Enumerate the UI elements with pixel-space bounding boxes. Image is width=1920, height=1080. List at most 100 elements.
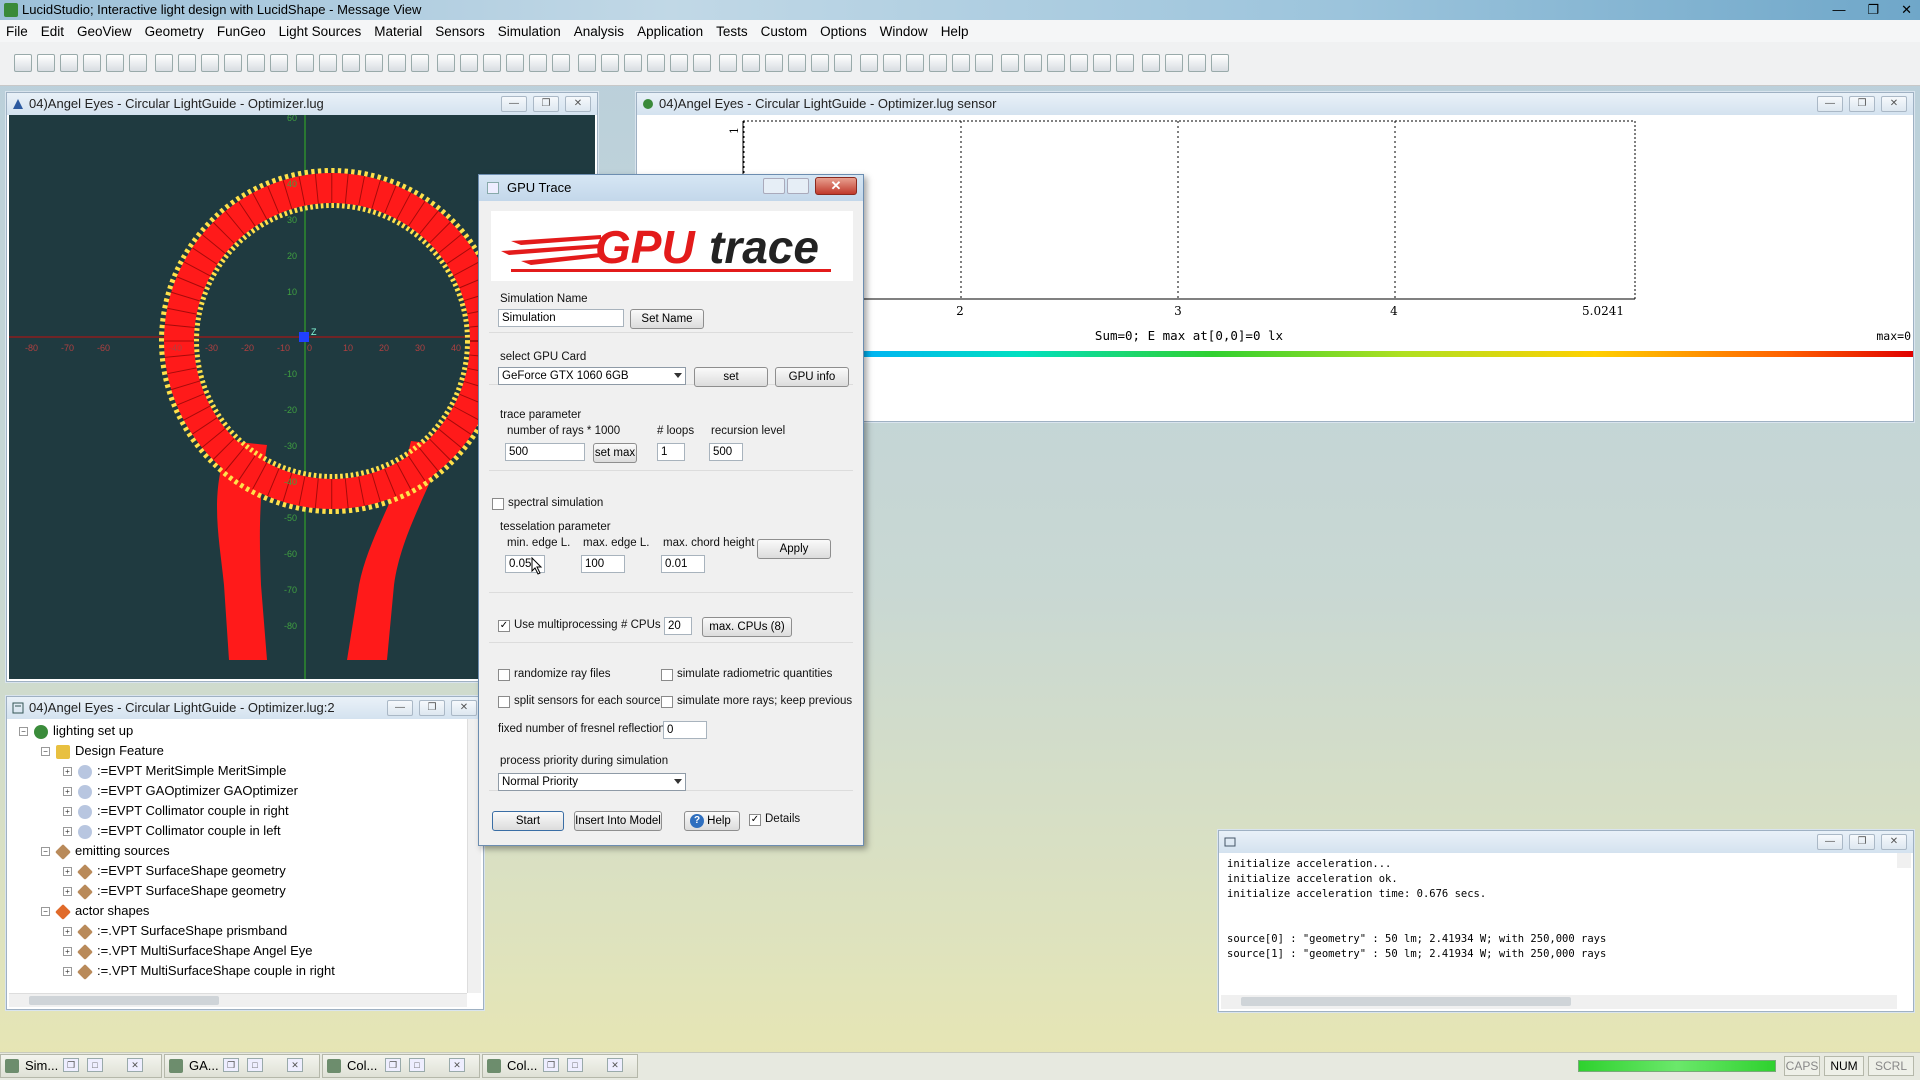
toolbar-button-icon[interactable] xyxy=(60,54,78,72)
toolbar-button-icon[interactable] xyxy=(270,54,288,72)
cpus-input[interactable]: 20 xyxy=(664,617,692,635)
menu-sensors[interactable]: Sensors xyxy=(435,24,485,39)
task-collimator-1[interactable]: Col... ❐ □ ✕ xyxy=(322,1054,480,1078)
expand-toggle-icon[interactable]: − xyxy=(41,747,50,757)
radiometric-checkbox[interactable] xyxy=(661,669,673,681)
toolbar-button-icon[interactable] xyxy=(1165,54,1183,72)
toolbar-button-icon[interactable] xyxy=(624,54,642,72)
minimize-icon[interactable]: — xyxy=(1817,96,1843,112)
recursion-input[interactable]: 500 xyxy=(709,443,743,461)
menu-tests[interactable]: Tests xyxy=(716,24,748,39)
restore-icon[interactable]: ❐ xyxy=(543,1058,559,1072)
menu-file[interactable]: File xyxy=(6,24,28,39)
toolbar-button-icon[interactable] xyxy=(906,54,924,72)
toolbar-button-icon[interactable] xyxy=(342,54,360,72)
toolbar-button-icon[interactable] xyxy=(14,54,32,72)
toolbar-button-icon[interactable] xyxy=(483,54,501,72)
toolbar-button-icon[interactable] xyxy=(952,54,970,72)
minimize-icon[interactable]: — xyxy=(387,700,413,716)
expand-toggle-icon[interactable]: + xyxy=(63,827,72,837)
close-icon[interactable]: ✕ xyxy=(287,1058,303,1072)
message-log[interactable]: initialize acceleration... initialize ac… xyxy=(1221,853,1911,1009)
task-gaoptimizer[interactable]: GA... ❐ □ ✕ xyxy=(164,1054,320,1078)
tree-item[interactable]: +:=EVPT SurfaceShape geometry xyxy=(63,881,286,901)
maximize-icon[interactable]: ❐ xyxy=(533,96,559,112)
close-icon[interactable]: ✕ xyxy=(449,1058,465,1072)
toolbar-button-icon[interactable] xyxy=(247,54,265,72)
restore-icon[interactable]: ❐ xyxy=(63,1058,79,1072)
close-icon[interactable]: ✕ xyxy=(815,177,857,195)
geoview-title-bar[interactable]: 04)Angel Eyes - Circular LightGuide - Op… xyxy=(7,93,597,115)
expand-toggle-icon[interactable]: + xyxy=(63,767,72,777)
menu-material[interactable]: Material xyxy=(374,24,422,39)
close-icon[interactable]: ✕ xyxy=(607,1058,623,1072)
toolbar-button-icon[interactable] xyxy=(106,54,124,72)
maximize-icon[interactable]: ❐ xyxy=(1849,834,1875,850)
menu-help[interactable]: Help xyxy=(941,24,969,39)
menu-light-sources[interactable]: Light Sources xyxy=(279,24,362,39)
expand-toggle-icon[interactable]: + xyxy=(63,867,72,877)
gpu-card-select[interactable]: GeForce GTX 1060 6GB xyxy=(498,367,686,385)
gpu-dialog-title-bar[interactable]: GPU Trace ✕ xyxy=(479,175,863,201)
max-cpus-button[interactable]: max. CPUs (8) xyxy=(702,617,792,637)
maximize-icon[interactable] xyxy=(787,178,809,194)
menu-geoview[interactable]: GeoView xyxy=(77,24,132,39)
toolbar-button-icon[interactable] xyxy=(1116,54,1134,72)
minimize-icon[interactable]: — xyxy=(1832,0,1845,20)
toolbar-button-icon[interactable] xyxy=(155,54,173,72)
apply-button[interactable]: Apply xyxy=(757,539,831,559)
toolbar-button-icon[interactable] xyxy=(129,54,147,72)
toolbar-button-icon[interactable] xyxy=(296,54,314,72)
expand-toggle-icon[interactable]: + xyxy=(63,967,72,977)
expand-toggle-icon[interactable]: − xyxy=(41,847,50,857)
tree-item[interactable]: − lighting set up xyxy=(19,721,133,741)
toolbar-button-icon[interactable] xyxy=(929,54,947,72)
details-checkbox[interactable]: ✓ xyxy=(749,814,761,826)
expand-toggle-icon[interactable]: + xyxy=(63,927,72,937)
message-title-bar[interactable]: — ❐ ✕ xyxy=(1219,831,1913,853)
menu-application[interactable]: Application xyxy=(637,24,703,39)
minimize-icon[interactable] xyxy=(763,178,785,194)
tree-item[interactable]: − Design Feature xyxy=(41,741,164,761)
toolbar-button-icon[interactable] xyxy=(1188,54,1206,72)
more-rays-checkbox[interactable] xyxy=(661,696,673,708)
close-icon[interactable]: ✕ xyxy=(1881,834,1907,850)
task-simulation[interactable]: Sim... ❐ □ ✕ xyxy=(0,1054,162,1078)
model-tree[interactable]: − lighting set up − Design Feature +:=EVPT M… xyxy=(9,719,481,1007)
toolbar-button-icon[interactable] xyxy=(1093,54,1111,72)
log-vertical-scrollbar[interactable] xyxy=(1897,853,1911,868)
toolbar-button-icon[interactable] xyxy=(224,54,242,72)
set-max-button[interactable]: set max xyxy=(593,443,637,463)
toolbar-button-icon[interactable] xyxy=(1024,54,1042,72)
maximize-icon[interactable]: ❐ xyxy=(1867,0,1879,20)
tree-item[interactable]: +:=EVPT Collimator couple in right xyxy=(63,801,289,821)
toolbar-button-icon[interactable] xyxy=(201,54,219,72)
toolbar-button-icon[interactable] xyxy=(742,54,760,72)
log-scroll-thumb[interactable] xyxy=(1241,997,1571,1006)
log-horizontal-scrollbar[interactable] xyxy=(1221,995,1897,1009)
toolbar-button-icon[interactable] xyxy=(834,54,852,72)
expand-toggle-icon[interactable]: − xyxy=(41,907,50,917)
tree-scroll-thumb[interactable] xyxy=(29,996,219,1005)
expand-toggle-icon[interactable]: + xyxy=(63,787,72,797)
toolbar-button-icon[interactable] xyxy=(1047,54,1065,72)
set-name-button[interactable]: Set Name xyxy=(630,309,704,329)
minimize-icon[interactable]: — xyxy=(501,96,527,112)
sim-name-input[interactable]: Simulation xyxy=(498,309,624,327)
toolbar-button-icon[interactable] xyxy=(1142,54,1160,72)
menu-analysis[interactable]: Analysis xyxy=(574,24,624,39)
toolbar-button-icon[interactable] xyxy=(1001,54,1019,72)
toolbar-button-icon[interactable] xyxy=(552,54,570,72)
maximize-icon[interactable]: □ xyxy=(87,1058,103,1072)
menu-custom[interactable]: Custom xyxy=(761,24,808,39)
toolbar-button-icon[interactable] xyxy=(883,54,901,72)
toolbar-button-icon[interactable] xyxy=(693,54,711,72)
maximize-icon[interactable]: ❐ xyxy=(419,700,445,716)
toolbar-button-icon[interactable] xyxy=(178,54,196,72)
rays-input[interactable]: 500 xyxy=(505,443,585,461)
toolbar-button-icon[interactable] xyxy=(811,54,829,72)
toolbar-button-icon[interactable] xyxy=(647,54,665,72)
split-sensors-checkbox[interactable] xyxy=(498,696,510,708)
close-icon[interactable]: ✕ xyxy=(1901,0,1912,20)
tree-item[interactable]: +:=.VPT SurfaceShape prismband xyxy=(63,921,287,941)
